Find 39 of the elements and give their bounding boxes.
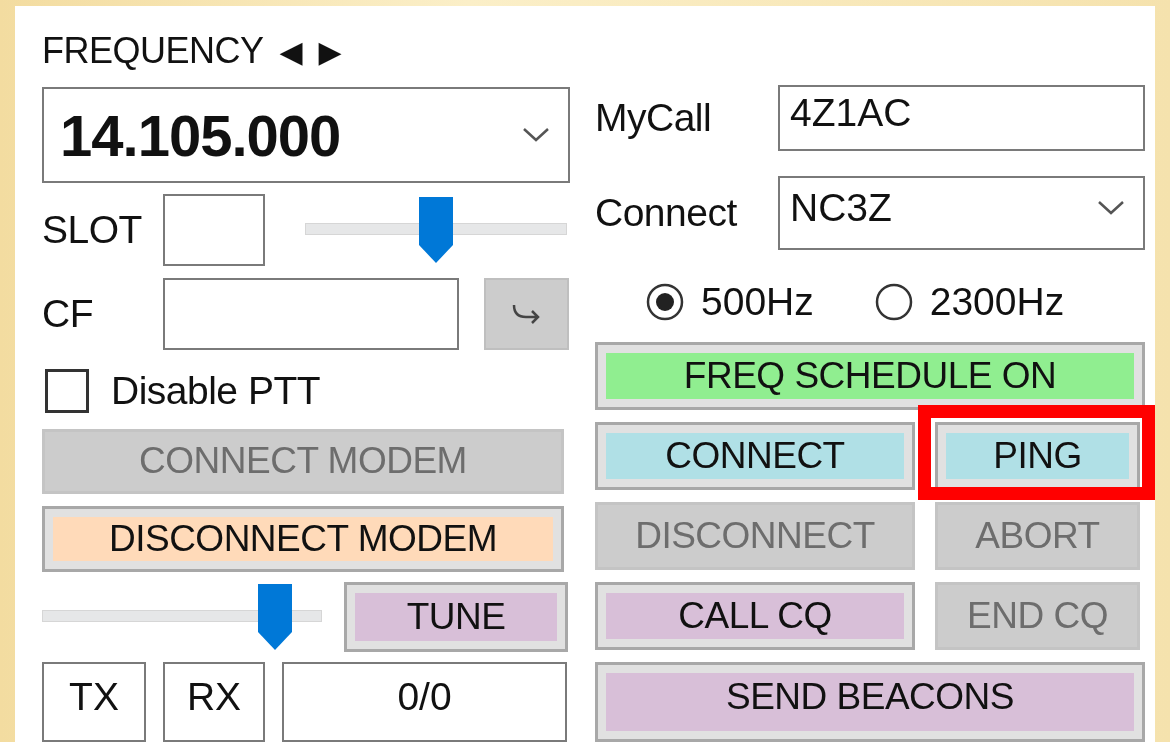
checkbox[interactable]	[45, 368, 89, 413]
cf-field[interactable]	[163, 278, 459, 351]
slot-field[interactable]	[163, 194, 265, 267]
button[interactable]: CALL CQ	[595, 582, 915, 650]
counter-field: 0/0	[282, 662, 567, 742]
radio-button[interactable]	[645, 282, 685, 323]
button: CONNECT MODEM	[42, 428, 564, 495]
slider-thumb[interactable]	[258, 584, 293, 650]
previous-arrow[interactable]: ◀	[279, 33, 303, 69]
button: ABORT	[935, 502, 1140, 570]
button[interactable]: CONNECT	[595, 422, 915, 490]
chevron-down-icon	[522, 127, 550, 144]
connect-label: Connect	[595, 190, 738, 235]
button[interactable]: PING	[935, 422, 1140, 490]
slot-label: SLOT	[42, 208, 143, 253]
cf-label: CF	[42, 292, 94, 337]
button[interactable]: TUNE	[344, 582, 568, 652]
button: END CQ	[935, 582, 1140, 650]
checkbox-label: Disable PTT	[111, 368, 321, 413]
button[interactable]: SEND BEACONS	[595, 662, 1145, 742]
status-indicator: TX	[42, 662, 146, 742]
mycall-value: 4Z1AC	[790, 91, 912, 136]
frequency-dropdown[interactable]: 14.105.000	[42, 87, 570, 184]
status-indicator: RX	[163, 662, 265, 742]
chevron-down-icon	[1097, 199, 1125, 216]
button[interactable]: DISCONNECT MODEM	[42, 506, 564, 572]
radio-label: 2300Hz	[929, 280, 1065, 325]
slider-thumb[interactable]	[419, 197, 453, 264]
mycall-label: MyCall	[595, 96, 713, 141]
button: DISCONNECT	[595, 502, 915, 570]
radio-label: 500Hz	[701, 280, 814, 325]
connect-value: NC3Z	[790, 185, 892, 230]
connect-dropdown[interactable]: NC3Z	[778, 176, 1145, 250]
button[interactable]: FREQ SCHEDULE ON	[595, 342, 1145, 410]
mycall-field[interactable]: 4Z1AC	[778, 85, 1145, 152]
frequency-value: 14.105.000	[60, 101, 341, 169]
frequency-label: FREQUENCY	[42, 30, 264, 72]
radio-button[interactable]	[873, 282, 914, 323]
next-arrow[interactable]: ▶	[318, 33, 342, 69]
